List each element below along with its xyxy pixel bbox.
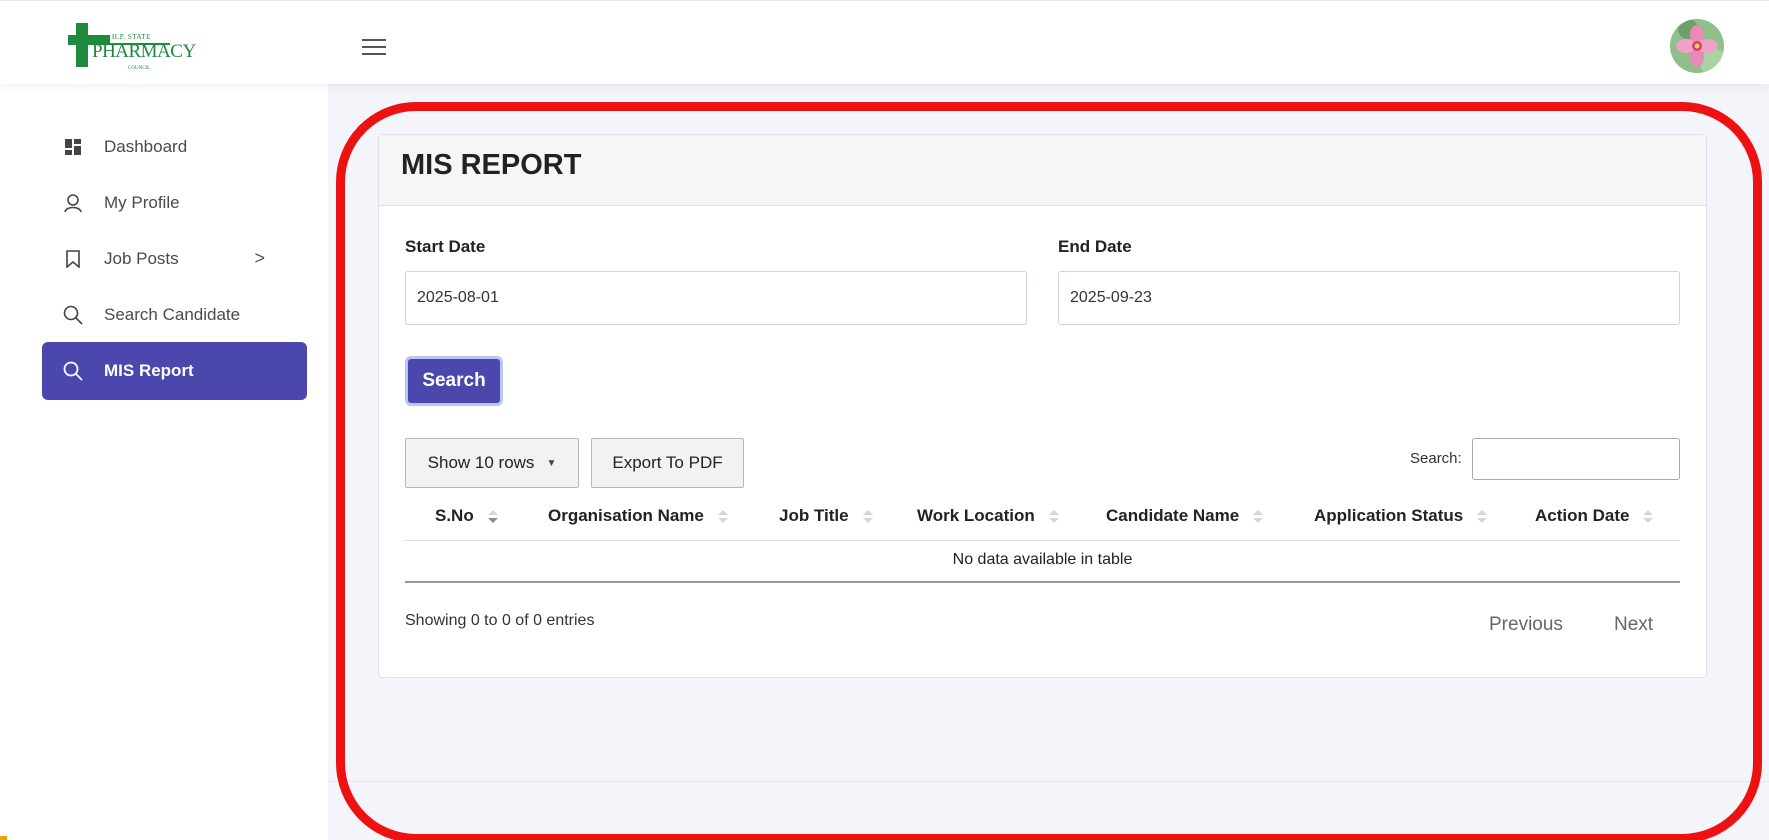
page-title: MIS REPORT [401,149,582,181]
start-date-label: Start Date [405,237,486,256]
search-button[interactable]: Search [405,356,503,406]
logo-line-2: PHARMACY [92,41,196,62]
sidebar-item-label: MIS Report [104,361,194,380]
sort-icon [1643,509,1654,523]
column-header-label: Candidate Name [1106,506,1240,525]
caret-down-icon: ▼ [546,457,557,469]
column-header-action-date[interactable]: Action Date [1535,506,1654,526]
previous-page-button[interactable]: Previous [1489,614,1563,636]
sort-icon [1477,509,1488,523]
sidebar-item-job-posts[interactable]: Job Posts > [42,230,307,288]
bookmark-icon [62,248,84,270]
table-info-text: Showing 0 to 0 of 0 entries [405,612,595,629]
show-rows-dropdown[interactable]: Show 10 rows ▼ [405,438,579,488]
sidebar-item-dashboard[interactable]: Dashboard [42,118,307,176]
table-empty-message: No data available in table [952,551,1133,568]
end-date-input[interactable] [1058,271,1680,325]
column-header-work-location[interactable]: Work Location [917,506,1059,526]
sort-icon [1253,509,1264,523]
sidebar-item-label: Search Candidate [104,305,241,324]
table-search-input[interactable] [1472,438,1680,480]
start-date-input[interactable] [405,271,1027,325]
search-icon [62,360,84,382]
column-header-organisation-name[interactable]: Organisation Name [548,506,728,526]
column-header-label: S.No [435,506,474,525]
column-header-sno[interactable]: S.No [435,506,498,526]
column-header-label: Application Status [1314,506,1464,525]
sidebar: Dashboard My Profile Job Posts > Search … [0,84,328,840]
export-pdf-button[interactable]: Export To PDF [591,438,744,488]
sort-icon [1048,509,1059,523]
card-header: MIS REPORT [379,135,1706,206]
footer-divider [328,781,1769,782]
show-rows-label: Show 10 rows [427,453,535,472]
next-page-button[interactable]: Next [1614,614,1653,636]
pharmacy-council-logo[interactable]: H.P. STATE PHARMACY COUNCIL [68,23,196,75]
column-header-candidate-name[interactable]: Candidate Name [1106,506,1264,526]
column-header-label: Job Title [779,506,849,525]
mis-report-card: MIS REPORT [378,134,1707,678]
sidebar-item-label: Dashboard [104,137,188,156]
sidebar-item-my-profile[interactable]: My Profile [42,174,307,232]
sidebar-item-search-candidate[interactable]: Search Candidate [42,286,307,344]
sidebar-item-label: Job Posts [104,249,179,268]
sidebar-item-mis-report[interactable]: MIS Report [42,342,307,400]
chevron-right-icon[interactable]: > [254,248,265,269]
column-header-label: Action Date [1535,506,1630,525]
search-icon [62,304,84,326]
column-header-label: Work Location [917,506,1035,525]
table-header-divider [405,540,1680,541]
top-header: H.P. STATE PHARMACY COUNCIL [0,0,1769,84]
menu-toggle-icon[interactable] [362,39,386,57]
export-pdf-label: Export To PDF [612,453,723,472]
table-search-label: Search: [1410,450,1462,467]
sidebar-item-label: My Profile [104,193,180,212]
sort-icon [487,509,498,523]
logo-line-3: COUNCIL [128,66,151,71]
logo-line-1: H.P. STATE [112,33,151,41]
table-bottom-border [405,581,1680,583]
user-icon [62,192,84,214]
flower-avatar-icon [1670,19,1724,73]
user-avatar[interactable] [1670,19,1724,73]
dashboard-icon [62,136,84,158]
column-header-label: Organisation Name [548,506,704,525]
column-header-application-status[interactable]: Application Status [1314,506,1488,526]
end-date-label: End Date [1058,237,1132,256]
sort-icon [717,509,728,523]
column-header-job-title[interactable]: Job Title [779,506,873,526]
sort-icon [862,509,873,523]
corner-mark [0,836,7,840]
